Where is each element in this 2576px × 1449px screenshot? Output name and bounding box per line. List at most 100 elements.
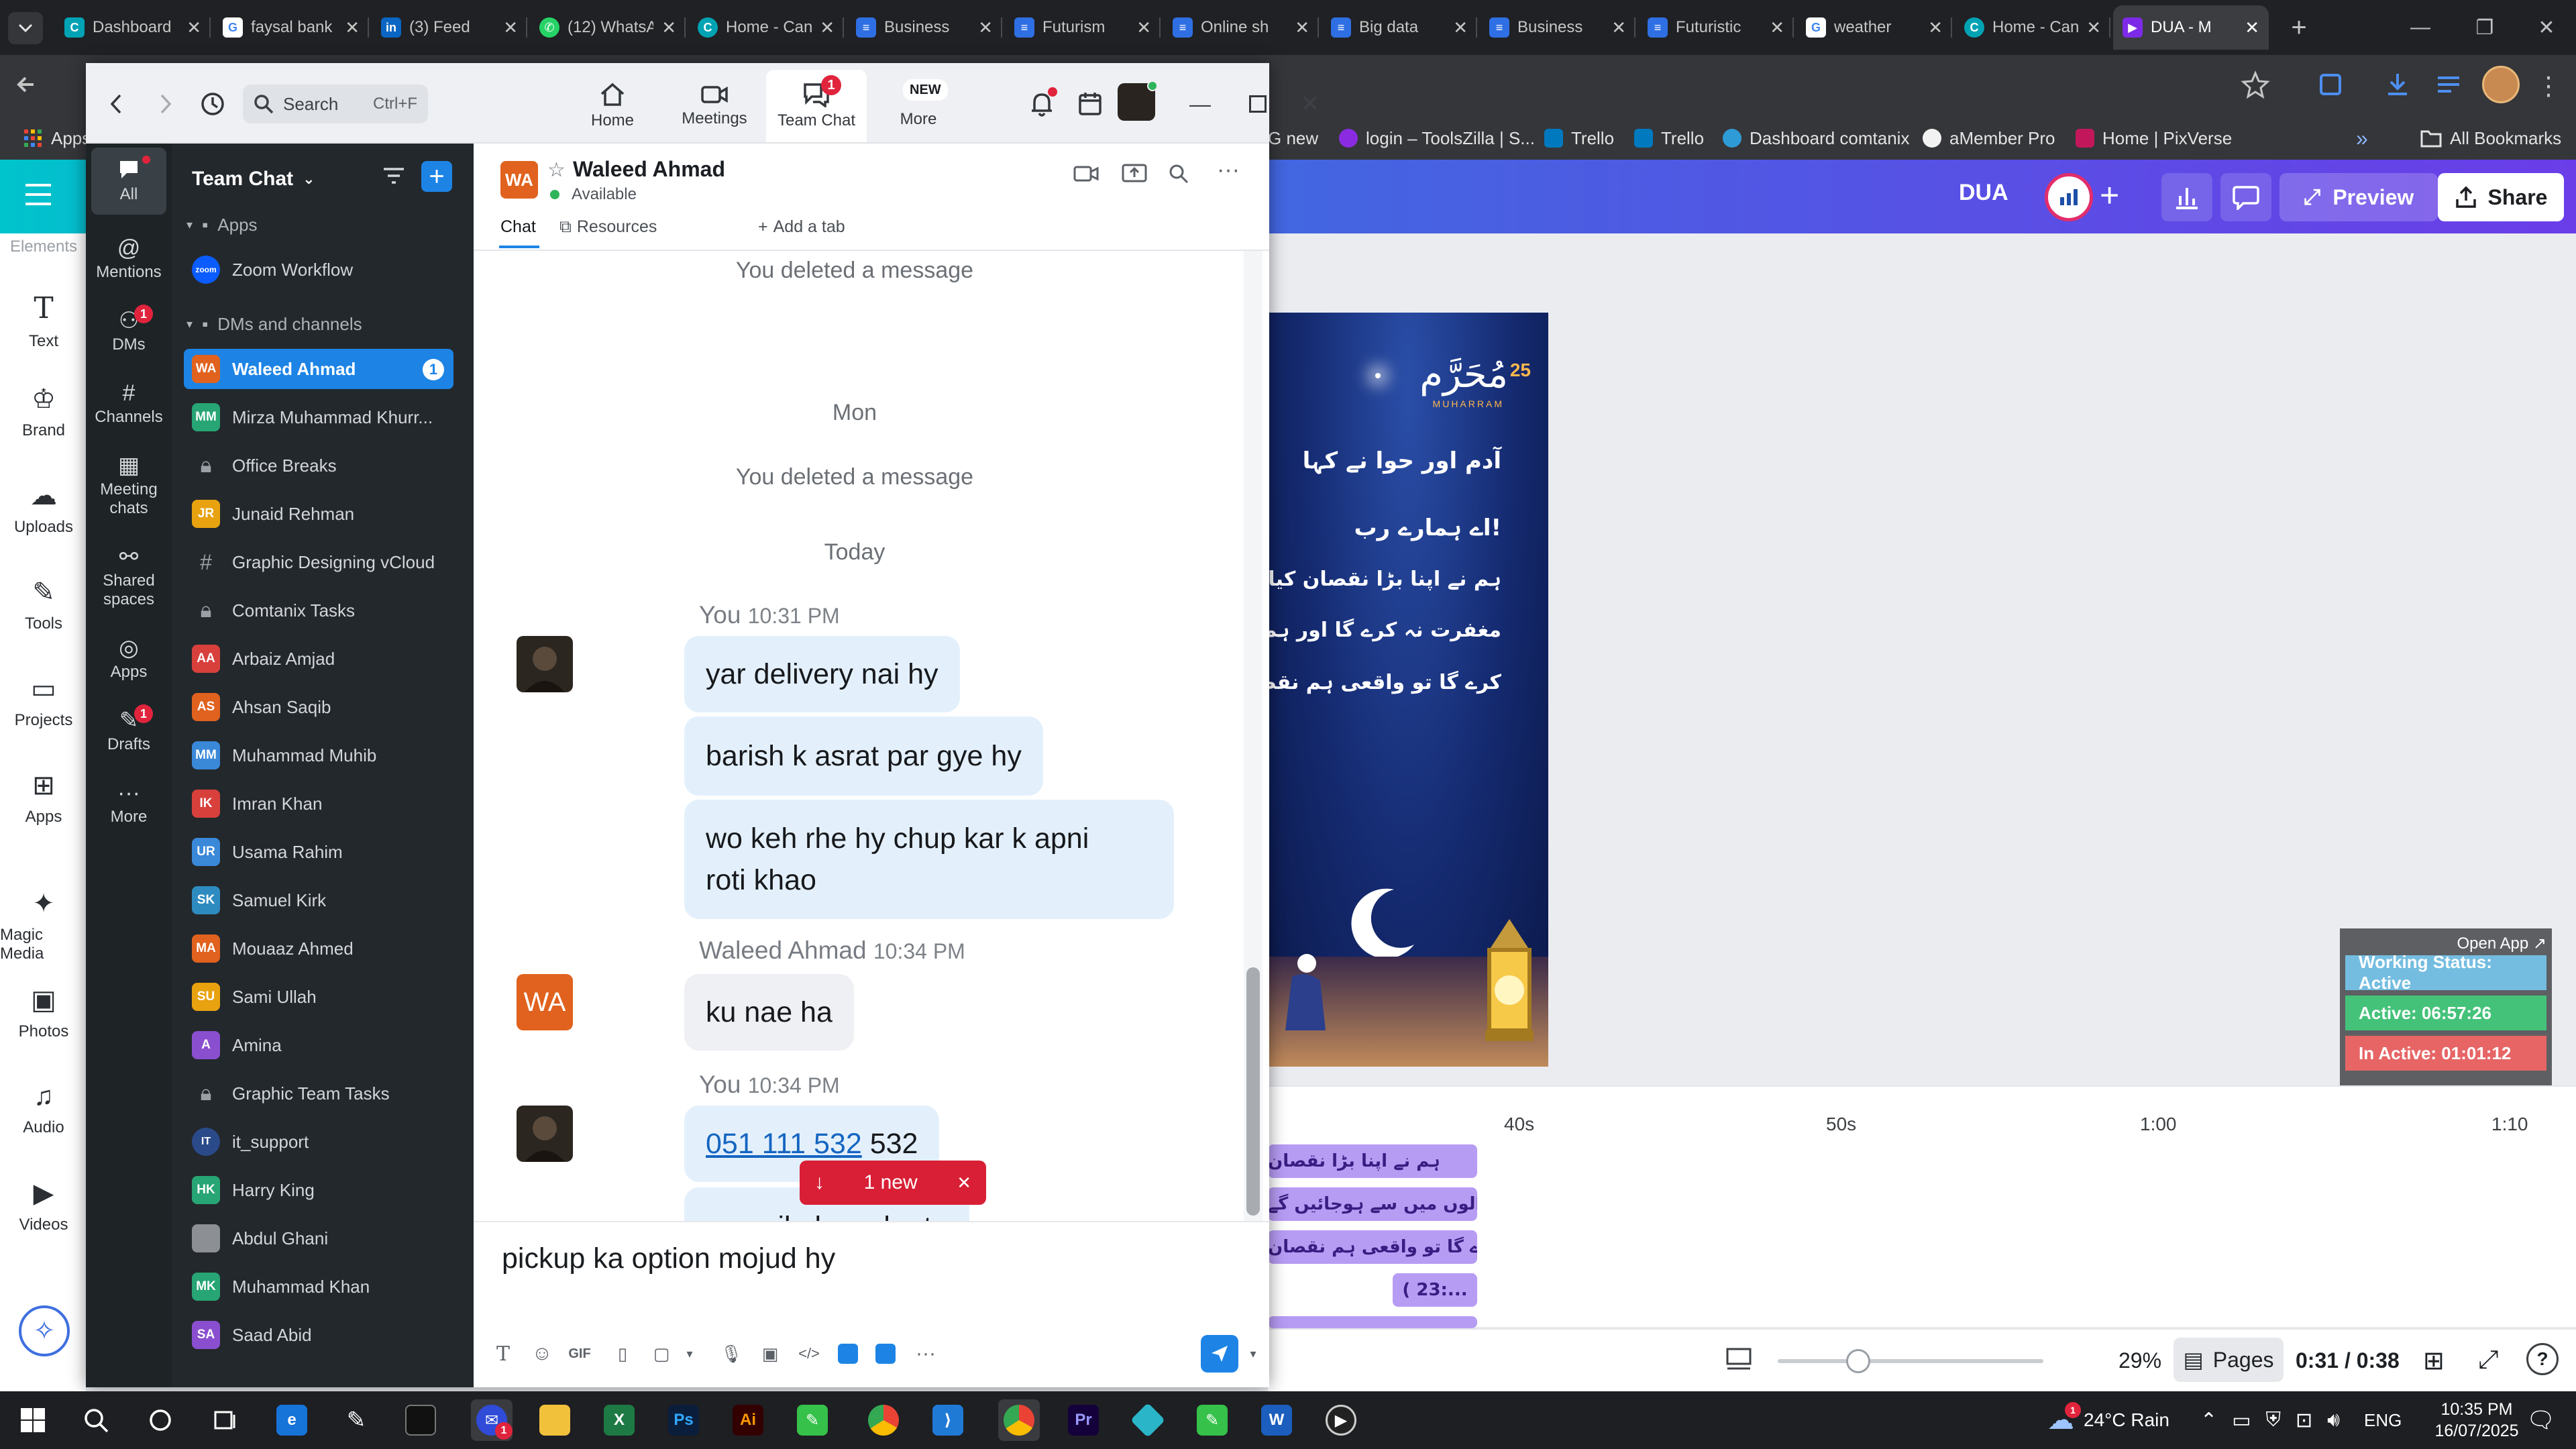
message-bubble[interactable]: yar delivery nai hy xyxy=(684,636,960,712)
calendar-button[interactable] xyxy=(1073,87,1107,121)
gif-icon[interactable]: GIF xyxy=(565,1339,594,1368)
conversation-item[interactable]: A Amina xyxy=(184,1025,453,1065)
taskbar-app[interactable]: W xyxy=(1256,1399,1297,1441)
taskbar-app[interactable]: ✎ xyxy=(792,1399,833,1441)
code-icon[interactable]: </> xyxy=(794,1339,824,1368)
download-icon[interactable] xyxy=(2383,70,2412,99)
collaborator-avatar[interactable] xyxy=(2045,173,2093,221)
restore-button[interactable]: ❐ xyxy=(2453,0,2517,55)
tab-search-button[interactable] xyxy=(8,12,43,44)
conversation-item[interactable]: 🔒︎ Graphic Team Tasks xyxy=(184,1073,453,1114)
more-bookmarks-icon[interactable]: » xyxy=(2356,125,2368,152)
taskbar-app[interactable] xyxy=(863,1399,904,1441)
taskbar-app[interactable]: ▶ xyxy=(1320,1399,1362,1441)
sidebar-magic-media[interactable]: ✦ Magic Media xyxy=(0,888,87,963)
tab-resources[interactable]: ⧉ Resources xyxy=(559,217,657,237)
close-icon[interactable]: ✕ xyxy=(186,17,201,38)
conversation-item[interactable]: SK Samuel Kirk xyxy=(184,880,453,920)
conversation-item[interactable]: AS Ahsan Saqib xyxy=(184,687,453,727)
peer-name[interactable]: Waleed Ahmad xyxy=(573,157,725,182)
close-icon[interactable]: ✕ xyxy=(1453,17,1468,38)
preview-button[interactable]: ⤢ Preview xyxy=(2279,173,2438,221)
taskbar-app[interactable]: ✎ xyxy=(1191,1399,1233,1441)
timeline-clip[interactable]: ہم نے اپنا بڑا نقصان xyxy=(1268,1144,1477,1178)
browser-tab[interactable]: ≡ Online sh ✕ xyxy=(1163,5,1319,50)
bookmark-item[interactable]: Home | PixVerse xyxy=(2076,125,2232,152)
open-app-link[interactable]: Open App ↗ xyxy=(2345,934,2546,953)
topnav-team-chat[interactable]: Team Chat 1 xyxy=(766,70,867,142)
bookmark-item[interactable]: G new xyxy=(1268,125,1318,152)
minimize-button[interactable]: — xyxy=(1183,87,1217,121)
rail-channels[interactable]: # Channels xyxy=(86,382,172,427)
app-integration-icon[interactable] xyxy=(833,1339,863,1368)
sender-avatar[interactable] xyxy=(517,636,573,692)
sidebar-apps[interactable]: ⊞ Apps xyxy=(0,770,87,826)
share-button[interactable]: Share xyxy=(2438,173,2564,221)
my-avatar[interactable] xyxy=(1118,80,1158,121)
rail-drafts[interactable]: ✎ Drafts 1 xyxy=(86,704,172,754)
conversation-item-active[interactable]: WA Waleed Ahmad 1 xyxy=(184,349,453,389)
start-button[interactable] xyxy=(12,1399,54,1441)
chat-search-button[interactable] xyxy=(1162,157,1195,191)
conversation-item[interactable]: UR Usama Rahim xyxy=(184,832,453,872)
close-icon[interactable]: ✕ xyxy=(503,17,518,38)
conversation-item[interactable]: 🔒︎ Comtanix Tasks xyxy=(184,590,453,631)
notes-icon[interactable] xyxy=(1725,1347,1752,1373)
sidebar-brand[interactable]: ♔ Brand xyxy=(0,384,87,440)
message-bubble[interactable]: ku nae ha xyxy=(684,974,854,1051)
conversation-item[interactable]: HK Harry King xyxy=(184,1170,453,1210)
scrollbar-thumb[interactable] xyxy=(1246,967,1260,1216)
close-icon[interactable]: ✕ xyxy=(978,17,993,38)
sidebar-text[interactable]: T Text xyxy=(0,291,87,351)
search-input[interactable]: Search Ctrl+F xyxy=(243,85,428,123)
bookmark-star-icon[interactable] xyxy=(2241,70,2270,99)
bookmark-apps[interactable]: Apps xyxy=(23,125,91,152)
browser-tab[interactable]: ≡ Business ✕ xyxy=(1480,5,1635,50)
taskbar-app[interactable]: X xyxy=(598,1399,640,1441)
bookmark-item[interactable]: Dashboard comtanix xyxy=(1723,125,1909,152)
search-button[interactable] xyxy=(75,1399,117,1441)
message-bubble[interactable]: wo keh rhe hy chup kar k apni roti khao xyxy=(684,800,1174,919)
browser-tab[interactable]: ≡ Big data ✕ xyxy=(1322,5,1477,50)
sidebar-uploads[interactable]: ☁ Uploads xyxy=(0,480,87,537)
add-collaborator-icon[interactable]: + xyxy=(2100,176,2119,215)
forward-button[interactable] xyxy=(149,87,182,121)
zoom-slider[interactable] xyxy=(1778,1349,2043,1373)
close-icon[interactable]: ✕ xyxy=(2086,17,2101,38)
attach-file-icon[interactable]: ▯ xyxy=(608,1339,637,1368)
video-message-icon[interactable]: ▣ xyxy=(755,1339,785,1368)
design-page[interactable]: 25 مُحَرَّم MUHARRAM آدم اور حوا نے کہا … xyxy=(1268,313,1548,1067)
fullscreen-icon[interactable]: ⤢ xyxy=(2478,1346,2498,1375)
send-button[interactable] xyxy=(1201,1335,1238,1373)
close-icon[interactable]: ✕ xyxy=(1295,17,1309,38)
all-bookmarks[interactable]: All Bookmarks xyxy=(2420,125,2561,152)
conversation-item[interactable]: SU Sami Ullah xyxy=(184,977,453,1017)
microphone-icon[interactable]: 🎙︎ xyxy=(716,1339,746,1368)
conversation-item[interactable]: AA Arbaiz Amjad xyxy=(184,639,453,679)
sidebar-elements[interactable]: Elements xyxy=(0,237,87,256)
screen-share-button[interactable] xyxy=(1118,157,1151,191)
close-icon[interactable]: ✕ xyxy=(1928,17,1943,38)
conversation-item[interactable]: # Graphic Designing vCloud xyxy=(184,542,453,582)
pages-button[interactable]: ▤ Pages xyxy=(2174,1338,2284,1382)
notifications-icon[interactable]: 🗨︎ xyxy=(2526,1391,2555,1449)
app-integration-icon[interactable] xyxy=(871,1339,900,1368)
video-call-button[interactable] xyxy=(1069,157,1103,191)
taskbar-app[interactable] xyxy=(1127,1399,1169,1441)
conversation-item[interactable]: JR Junaid Rehman xyxy=(184,494,453,534)
close-icon[interactable]: ✕ xyxy=(1611,17,1626,38)
rail-dms[interactable]: ⚇ DMs 1 xyxy=(86,305,172,354)
magic-assistant-icon[interactable]: ✧ xyxy=(19,1305,70,1356)
rail-shared-spaces[interactable]: ⚯ Shared spaces xyxy=(86,545,172,609)
cortana-button[interactable] xyxy=(140,1399,181,1441)
rail-more[interactable]: ··· More xyxy=(86,782,172,826)
browser-tab[interactable]: C Dashboard ✕ xyxy=(55,5,211,50)
browser-tab[interactable]: CHome - Canva✕ xyxy=(688,5,844,50)
conversation-item[interactable]: MM Mirza Muhammad Khurr... xyxy=(184,397,453,437)
close-window-button[interactable]: ✕ xyxy=(2517,0,2576,55)
taskbar-app[interactable]: Ps xyxy=(663,1399,704,1441)
emoji-icon[interactable]: ☺ xyxy=(527,1339,557,1368)
close-icon[interactable]: ✕ xyxy=(1136,17,1151,38)
filter-icon[interactable] xyxy=(382,166,405,185)
topnav-meetings[interactable]: Meetings xyxy=(664,70,765,142)
